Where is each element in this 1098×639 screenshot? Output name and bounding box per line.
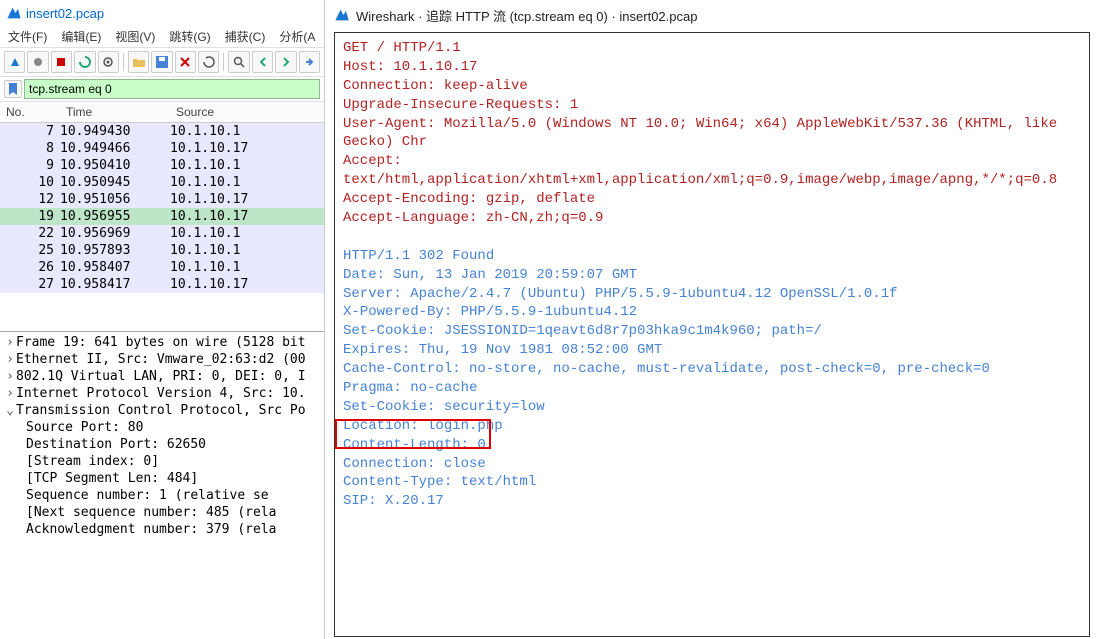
menu-analyze[interactable]: 分析(A — [279, 28, 315, 45]
tree-ethernet[interactable]: ›Ethernet II, Src: Vmware_02:63:d2 (00 — [4, 351, 320, 368]
http-response-line[interactable]: Date: Sun, 13 Jan 2019 20:59:07 GMT — [343, 266, 1081, 285]
http-response-line[interactable]: SIP: X.20.17 — [343, 492, 1081, 511]
column-time[interactable]: Time — [60, 102, 170, 122]
column-no[interactable]: No. — [0, 102, 60, 122]
main-titlebar: insert02.pcap — [0, 0, 324, 26]
http-response-line[interactable]: Pragma: no-cache — [343, 379, 1081, 398]
follow-stream-window: Wireshark · 追踪 HTTP 流 (tcp.stream eq 0) … — [326, 0, 1098, 639]
http-response-line[interactable]: Connection: close — [343, 455, 1081, 474]
http-request-line[interactable]: Host: 10.1.10.17 — [343, 58, 1081, 77]
stop-capture-icon[interactable] — [51, 51, 72, 73]
packet-row[interactable]: 2210.95696910.1.10.1 — [0, 225, 324, 242]
http-response-line[interactable]: X-Powered-By: PHP/5.5.9-1ubuntu4.12 — [343, 303, 1081, 322]
restart-capture-icon[interactable] — [74, 51, 95, 73]
http-request-line[interactable]: Accept-Encoding: gzip, deflate — [343, 190, 1081, 209]
start-capture-icon[interactable] — [27, 51, 48, 73]
packet-details-pane[interactable]: ›Frame 19: 641 bytes on wire (5128 bit ›… — [0, 331, 324, 540]
tree-srcport[interactable]: Source Port: 80 — [26, 419, 320, 436]
filter-bar — [0, 77, 324, 102]
menu-goto[interactable]: 跳转(G) — [169, 28, 210, 45]
http-response-line[interactable]: HTTP/1.1 302 Found — [343, 247, 1081, 266]
prev-icon[interactable] — [252, 51, 273, 73]
display-filter-input[interactable] — [24, 79, 320, 99]
wireshark-icon — [6, 5, 22, 21]
close-icon[interactable] — [175, 51, 196, 73]
http-response-line[interactable]: Expires: Thu, 19 Nov 1981 08:52:00 GMT — [343, 341, 1081, 360]
find-icon[interactable] — [228, 51, 249, 73]
http-response-line[interactable]: Set-Cookie: JSESSIONID=1qeavt6d8r7p03hka… — [343, 322, 1081, 341]
tree-ip[interactable]: ›Internet Protocol Version 4, Src: 10. — [4, 385, 320, 402]
http-request-line[interactable]: User-Agent: Mozilla/5.0 (Windows NT 10.0… — [343, 115, 1081, 153]
options-icon[interactable] — [98, 51, 119, 73]
http-request-line[interactable]: Accept-Language: zh-CN,zh;q=0.9 — [343, 209, 1081, 228]
http-response-line[interactable]: Content-Type: text/html — [343, 473, 1081, 492]
menu-edit[interactable]: 编辑(E) — [61, 28, 101, 45]
menubar: 文件(F) 编辑(E) 视图(V) 跳转(G) 捕获(C) 分析(A — [0, 26, 324, 48]
wireshark-icon — [334, 7, 350, 23]
http-request-line[interactable]: Connection: keep-alive — [343, 77, 1081, 96]
open-icon[interactable] — [128, 51, 149, 73]
wireshark-main-window: insert02.pcap 文件(F) 编辑(E) 视图(V) 跳转(G) 捕获… — [0, 0, 325, 639]
packet-row[interactable]: 1010.95094510.1.10.1 — [0, 174, 324, 191]
toolbar-separator — [123, 53, 124, 71]
main-title-text: insert02.pcap — [26, 6, 104, 21]
packet-list[interactable]: 710.94943010.1.10.1810.94946610.1.10.179… — [0, 123, 324, 293]
packet-row[interactable]: 910.95041010.1.10.1 — [0, 157, 324, 174]
packet-row[interactable]: 2610.95840710.1.10.1 — [0, 259, 324, 276]
menu-view[interactable]: 视图(V) — [115, 28, 155, 45]
filter-bookmark-icon[interactable] — [4, 80, 22, 98]
http-response-line[interactable]: Cache-Control: no-store, no-cache, must-… — [343, 360, 1081, 379]
next-icon[interactable] — [275, 51, 296, 73]
tree-vlan[interactable]: ›802.1Q Virtual LAN, PRI: 0, DEI: 0, I — [4, 368, 320, 385]
tree-seglen[interactable]: [TCP Segment Len: 484] — [26, 470, 320, 487]
tree-acknum[interactable]: Acknowledgment number: 379 (rela — [26, 521, 320, 538]
follow-titlebar: Wireshark · 追踪 HTTP 流 (tcp.stream eq 0) … — [326, 0, 1098, 30]
jump-icon[interactable] — [299, 51, 320, 73]
tree-frame[interactable]: ›Frame 19: 641 bytes on wire (5128 bit — [4, 334, 320, 351]
save-icon[interactable] — [151, 51, 172, 73]
http-request-line[interactable]: Accept: text/html,application/xhtml+xml,… — [343, 152, 1081, 190]
http-response-line[interactable]: Server: Apache/2.4.7 (Ubuntu) PHP/5.5.9-… — [343, 285, 1081, 304]
tree-nextseq[interactable]: [Next sequence number: 485 (rela — [26, 504, 320, 521]
reload-icon[interactable] — [198, 51, 219, 73]
packet-row[interactable]: 2510.95789310.1.10.1 — [0, 242, 324, 259]
http-response-line[interactable]: Set-Cookie: security=low — [343, 398, 1081, 417]
follow-title-text: Wireshark · 追踪 HTTP 流 (tcp.stream eq 0) … — [356, 6, 697, 25]
tree-tcp[interactable]: ⌄Transmission Control Protocol, Src Po — [4, 402, 320, 419]
menu-capture[interactable]: 捕获(C) — [225, 28, 266, 45]
menu-file[interactable]: 文件(F) — [8, 28, 47, 45]
tree-dstport[interactable]: Destination Port: 62650 — [26, 436, 320, 453]
toolbar — [0, 48, 324, 77]
packet-row[interactable]: 1210.95105610.1.10.17 — [0, 191, 324, 208]
blank-line — [343, 228, 1081, 247]
packet-row[interactable]: 1910.95695510.1.10.17 — [0, 208, 324, 225]
tree-streamidx[interactable]: [Stream index: 0] — [26, 453, 320, 470]
annotation-highlight-box — [335, 419, 491, 449]
toolbar-separator — [223, 53, 224, 71]
packet-row[interactable]: 2710.95841710.1.10.17 — [0, 276, 324, 293]
packet-row[interactable]: 710.94943010.1.10.1 — [0, 123, 324, 140]
packet-row[interactable]: 810.94946610.1.10.17 — [0, 140, 324, 157]
toolbar-icon[interactable] — [4, 51, 25, 73]
packet-list-header: No. Time Source — [0, 102, 324, 123]
follow-stream-content[interactable]: GET / HTTP/1.1Host: 10.1.10.17Connection… — [334, 32, 1090, 637]
column-source[interactable]: Source — [170, 102, 324, 122]
http-request-line[interactable]: GET / HTTP/1.1 — [343, 39, 1081, 58]
http-request-line[interactable]: Upgrade-Insecure-Requests: 1 — [343, 96, 1081, 115]
tree-seqnum[interactable]: Sequence number: 1 (relative se — [26, 487, 320, 504]
